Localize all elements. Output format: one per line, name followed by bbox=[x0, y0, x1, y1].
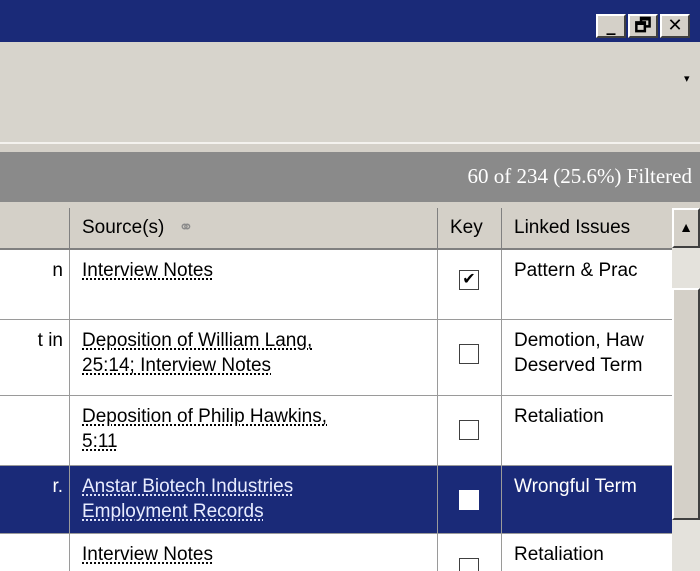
column-header-label: Linked Issues bbox=[514, 217, 631, 238]
key-checkbox[interactable] bbox=[459, 558, 479, 571]
column-header-sources[interactable]: Source(s) ⚭ bbox=[70, 208, 438, 250]
fact-text: n bbox=[52, 260, 63, 281]
linked-issues-text: Demotion, Haw Deserved Term bbox=[514, 330, 644, 376]
chevron-down-icon[interactable]: ▾ bbox=[684, 72, 690, 85]
fact-cell[interactable]: r. bbox=[0, 466, 70, 533]
key-checkbox[interactable] bbox=[459, 344, 479, 364]
restore-button[interactable]: 🗗 bbox=[628, 14, 658, 38]
sources-cell[interactable]: Interview Notes bbox=[70, 534, 438, 571]
table-row[interactable]: Interview Notes Retaliation bbox=[0, 534, 672, 571]
linked-issues-cell[interactable]: Retaliation bbox=[502, 534, 672, 571]
facts-table: Source(s) ⚭ Key Linked Issues n Interview … bbox=[0, 208, 700, 571]
source-link[interactable]: Interview Notes bbox=[82, 260, 213, 281]
table-row[interactable]: n Interview Notes ✔ Pattern & Prac bbox=[0, 250, 672, 320]
minimize-button[interactable]: _ bbox=[596, 14, 626, 38]
table-row[interactable]: t in Deposition of William Lang, 25:14; In… bbox=[0, 320, 672, 396]
sources-cell[interactable]: Deposition of William Lang, 25:14; Interv… bbox=[70, 320, 438, 395]
fact-cell[interactable]: t in bbox=[0, 320, 70, 395]
key-checkbox[interactable]: ✔ bbox=[459, 270, 479, 290]
linked-issues-text: Retaliation bbox=[514, 406, 604, 427]
window-controls: _ 🗗 ✕ bbox=[596, 14, 690, 38]
source-link[interactable]: 5:11 bbox=[82, 431, 118, 452]
key-checkbox[interactable] bbox=[459, 490, 479, 510]
sources-cell[interactable]: Deposition of Philip Hawkins, 5:11 bbox=[70, 396, 438, 465]
filter-count: 60 of 234 (25.6%) Filtered bbox=[467, 164, 692, 188]
key-cell bbox=[438, 396, 502, 465]
key-cell: ✔ bbox=[438, 250, 502, 319]
source-link[interactable]: Deposition of Philip Hawkins, bbox=[82, 406, 327, 427]
linked-issues-cell[interactable]: Wrongful Term bbox=[502, 466, 672, 533]
linked-issues-text: Retaliation bbox=[514, 544, 604, 565]
source-link[interactable]: Employment Records bbox=[82, 501, 264, 522]
linked-issues-text: Pattern & Prac bbox=[514, 260, 638, 281]
close-button[interactable]: ✕ bbox=[660, 14, 690, 38]
sources-cell[interactable]: Interview Notes bbox=[70, 250, 438, 319]
column-header-key[interactable]: Key bbox=[438, 208, 502, 250]
source-link[interactable]: 25:14; Interview Notes bbox=[82, 355, 271, 376]
source-link[interactable]: Interview Notes bbox=[82, 544, 213, 565]
toolbar: ▾ bbox=[0, 42, 700, 144]
column-header-0[interactable] bbox=[0, 208, 70, 250]
filter-status-bar: 60 of 234 (25.6%) Filtered bbox=[0, 152, 700, 202]
source-link[interactable]: Anstar Biotech Industries bbox=[82, 476, 293, 497]
key-cell bbox=[438, 534, 502, 571]
fact-text: t in bbox=[37, 330, 63, 351]
linked-issues-cell[interactable]: Demotion, Haw Deserved Term bbox=[502, 320, 672, 395]
fact-cell[interactable]: n bbox=[0, 250, 70, 319]
column-header-label: Key bbox=[450, 217, 483, 238]
title-bar: _ 🗗 ✕ bbox=[0, 0, 700, 42]
fact-cell[interactable] bbox=[0, 534, 70, 571]
sources-cell[interactable]: Anstar Biotech Industries Employment Reco… bbox=[70, 466, 438, 533]
source-link[interactable]: Deposition of William Lang, bbox=[82, 330, 312, 351]
linked-issues-cell[interactable]: Pattern & Prac bbox=[502, 250, 672, 319]
table-row[interactable]: Deposition of Philip Hawkins, 5:11 Retalia… bbox=[0, 396, 672, 466]
linked-issues-cell[interactable]: Retaliation bbox=[502, 396, 672, 465]
link-icon: ⚭ bbox=[178, 217, 194, 237]
column-header-label: Source(s) bbox=[82, 217, 165, 238]
fact-cell[interactable] bbox=[0, 396, 70, 465]
scroll-up-button[interactable]: ▲ bbox=[672, 208, 700, 248]
key-cell bbox=[438, 466, 502, 533]
key-checkbox[interactable] bbox=[459, 420, 479, 440]
scroll-thumb[interactable] bbox=[672, 288, 700, 520]
table-row[interactable]: r. Anstar Biotech Industries Employment Re… bbox=[0, 466, 672, 534]
vertical-scrollbar[interactable]: ▲ bbox=[672, 208, 700, 571]
fact-text: r. bbox=[52, 476, 63, 497]
key-cell bbox=[438, 320, 502, 395]
column-header-linked-issues[interactable]: Linked Issues bbox=[502, 208, 672, 250]
linked-issues-text: Wrongful Term bbox=[514, 476, 637, 497]
